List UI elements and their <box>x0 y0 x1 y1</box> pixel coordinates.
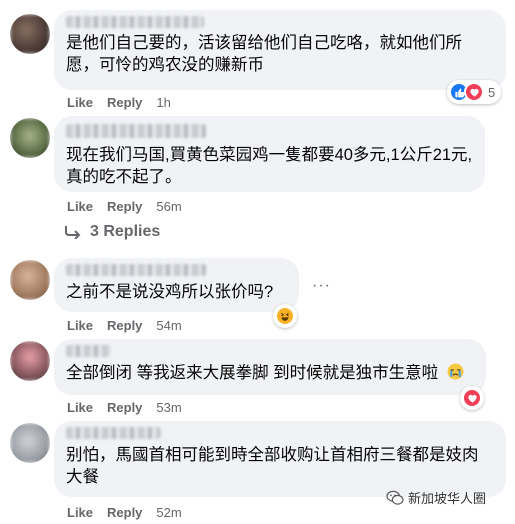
comment-bubble: 之前不是说没鸡所以张价吗? <box>54 258 299 312</box>
comment-timestamp[interactable]: 54m <box>156 318 181 333</box>
comment-text: 别怕，馬國首相可能到時全部收购让首相府三餐都是妓肉大餐 <box>66 446 479 486</box>
comment-text: 是他们自己要的，活该留给他们自己吃咯，就如他们所愿，可怜的鸡农没的赚新币 <box>66 34 462 74</box>
like-button[interactable]: Like <box>67 95 93 110</box>
replies-count-label[interactable]: 3 Replies <box>90 223 160 241</box>
comment-bubble: 是他们自己要的，活该留给他们自己吃咯，就如他们所愿，可怜的鸡农没的赚新币 <box>54 10 506 90</box>
comment-actions: Like Reply 1h <box>67 95 171 110</box>
watermark: 新加坡华人圈 <box>386 488 486 507</box>
reply-button[interactable]: Reply <box>107 95 142 110</box>
avatar[interactable] <box>10 118 50 158</box>
view-replies-link[interactable]: 3 Replies <box>64 223 160 241</box>
wechat-logo-icon <box>386 490 404 505</box>
reply-button[interactable]: Reply <box>107 400 142 415</box>
comment-text-content: 全部倒闭 等我返来大展拳脚 到时候就是独市生意啦 <box>66 364 439 382</box>
reaction-count: 5 <box>488 84 496 100</box>
like-button[interactable]: Like <box>67 505 93 520</box>
reply-button[interactable]: Reply <box>107 318 142 333</box>
crying-face-emoji-icon <box>447 363 464 380</box>
comment-timestamp[interactable]: 1h <box>156 95 170 110</box>
commenter-name-redacted[interactable] <box>66 427 161 439</box>
comment-actions: Like Reply 54m <box>67 318 182 333</box>
commenter-name-redacted[interactable] <box>66 264 206 276</box>
more-options-icon[interactable]: ··· <box>312 277 331 295</box>
reply-arrow-icon <box>65 226 81 239</box>
love-reaction-icon <box>462 388 482 408</box>
comment-timestamp[interactable]: 56m <box>156 199 181 214</box>
watermark-text: 新加坡华人圈 <box>408 491 487 506</box>
avatar[interactable] <box>10 423 50 463</box>
comment-text: 之前不是说没鸡所以张价吗? <box>66 283 274 301</box>
commenter-name-redacted[interactable] <box>66 16 204 28</box>
commenter-name-redacted[interactable] <box>66 345 111 357</box>
love-reaction-icon <box>464 82 484 102</box>
comment-bubble: 现在我们马国,買黄色菜园鸡一隻都要40多元,1公斤21元,真的吃不起了。 <box>54 116 485 192</box>
comment-timestamp[interactable]: 53m <box>156 400 181 415</box>
comment-actions: Like Reply 52m <box>67 505 182 520</box>
comment-actions: Like Reply 53m <box>67 400 182 415</box>
comment-text: 现在我们马国,買黄色菜园鸡一隻都要40多元,1公斤21元,真的吃不起了。 <box>66 146 473 186</box>
reaction-summary[interactable] <box>273 304 297 328</box>
avatar[interactable] <box>10 341 50 381</box>
like-button[interactable]: Like <box>67 199 93 214</box>
like-button[interactable]: Like <box>67 400 93 415</box>
like-button[interactable]: Like <box>67 318 93 333</box>
reply-button[interactable]: Reply <box>107 199 142 214</box>
comment-actions: Like Reply 56m <box>67 199 182 214</box>
comment-bubble: 全部倒闭 等我返来大展拳脚 到时候就是独市生意啦 <box>54 339 486 395</box>
reply-button[interactable]: Reply <box>107 505 142 520</box>
comment-bubble: 别怕，馬國首相可能到時全部收购让首相府三餐都是妓肉大餐 <box>54 421 506 497</box>
reaction-summary[interactable]: 5 <box>447 80 502 104</box>
reaction-summary[interactable] <box>460 386 484 410</box>
avatar[interactable] <box>10 260 50 300</box>
haha-reaction-icon <box>275 306 295 326</box>
commenter-name-redacted[interactable] <box>66 124 206 138</box>
avatar[interactable] <box>10 14 50 54</box>
comment-timestamp[interactable]: 52m <box>156 505 181 520</box>
comment-text: 全部倒闭 等我返来大展拳脚 到时候就是独市生意啦 <box>66 362 474 384</box>
